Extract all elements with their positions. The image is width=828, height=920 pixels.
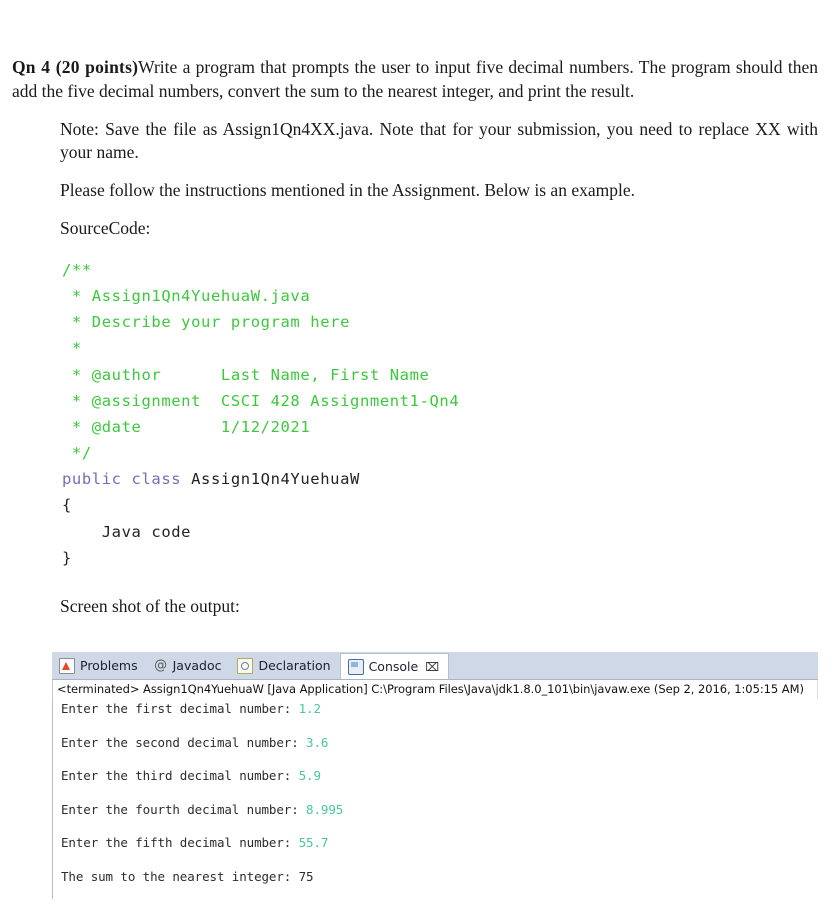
tab-problems-label: Problems <box>80 658 138 673</box>
console-value: 3.6 <box>306 734 329 750</box>
console-line: Enter the fifth decimal number: 55.7 <box>61 835 818 850</box>
code-comment-assignment: * @assignment CSCI 428 Assignment1-Qn4 <box>62 391 460 410</box>
tab-console-label: Console <box>368 659 419 674</box>
console-line: Enter the fourth decimal number: 8.995 <box>61 801 818 817</box>
source-code-heading: SourceCode: <box>60 217 151 238</box>
console-line: Enter the first decimal number: 1.2 <box>61 701 818 716</box>
question-block: Qn 4 (20 points)Write a program that pro… <box>12 56 818 104</box>
note-paragraph: Note: Save the file as Assign1Qn4XX.java… <box>60 118 818 163</box>
tab-bar-filler <box>449 652 818 679</box>
console-prompt: Enter the fifth decimal number: <box>61 835 299 850</box>
code-comment-close: */ <box>62 444 92 463</box>
tab-problems[interactable]: Problems <box>52 652 147 679</box>
console-line: The sum to the nearest integer: 75 <box>61 868 818 884</box>
java-code-block: /** * Assign1Qn4YuehuaW.java * Describe … <box>62 257 828 571</box>
code-comment-file: * Assign1Qn4YuehuaW.java <box>62 286 311 305</box>
console-prompt: Enter the third decimal number: <box>61 768 299 783</box>
console-value: 75 <box>298 868 314 884</box>
console-line: Enter the second decimal number: 3.6 <box>61 734 818 750</box>
code-body: Java code <box>62 522 192 541</box>
console-prompt: The sum to the nearest integer: <box>61 868 299 884</box>
code-comment-author: * @author Last Name, First Name <box>62 365 430 384</box>
screenshot-heading: Screen shot of the output: <box>60 596 240 617</box>
code-brace-close: } <box>62 548 72 567</box>
console-value: 8.995 <box>306 801 344 817</box>
tab-declaration-label: Declaration <box>258 658 331 673</box>
console-prompt: Enter the second decimal number: <box>61 734 307 750</box>
code-keyword-public-class: public class <box>62 470 182 489</box>
console-line: Enter the third decimal number: 5.9 <box>61 768 818 783</box>
document-body: Qn 4 (20 points)Write a program that pro… <box>0 0 828 619</box>
console-value: 55.7 <box>298 835 329 850</box>
code-comment-blank: * <box>62 339 82 358</box>
tab-javadoc[interactable]: @ Javadoc <box>147 652 231 679</box>
close-icon[interactable]: ⌧ <box>425 661 439 673</box>
instructions-paragraph: Please follow the instructions mentioned… <box>60 180 635 201</box>
console-prompt: Enter the fourth decimal number: <box>61 801 307 817</box>
console-status-line: <terminated> Assign1Qn4YuehuaW [Java App… <box>52 680 818 699</box>
tab-console[interactable]: Console ⌧ <box>339 653 450 679</box>
code-class-name: Assign1Qn4YuehuaW <box>181 470 360 489</box>
code-comment-describe: * Describe your program here <box>62 313 351 332</box>
console-value: 5.9 <box>298 768 321 783</box>
question-label: Qn 4 (20 points) <box>12 57 139 77</box>
code-brace-open: { <box>62 496 72 515</box>
tab-javadoc-label: Javadoc <box>172 658 222 673</box>
console-output-area[interactable]: Enter the first decimal number: 1.2 Ente… <box>52 699 818 899</box>
code-comment-open: /** <box>62 260 92 279</box>
at-sign-icon: @ <box>154 657 168 673</box>
monitor-icon <box>347 658 364 675</box>
tab-declaration[interactable]: Declaration <box>230 652 339 679</box>
console-value: 1.2 <box>298 701 321 716</box>
console-prompt: Enter the first decimal number: <box>61 701 299 716</box>
problems-icon <box>59 657 75 674</box>
declaration-icon <box>237 657 254 674</box>
console-tab-bar: Problems @ Javadoc Declaration Console ⌧ <box>52 652 818 680</box>
eclipse-console-screenshot: Problems @ Javadoc Declaration Console ⌧… <box>52 652 818 899</box>
code-comment-date: * @date 1/12/2021 <box>62 417 311 436</box>
